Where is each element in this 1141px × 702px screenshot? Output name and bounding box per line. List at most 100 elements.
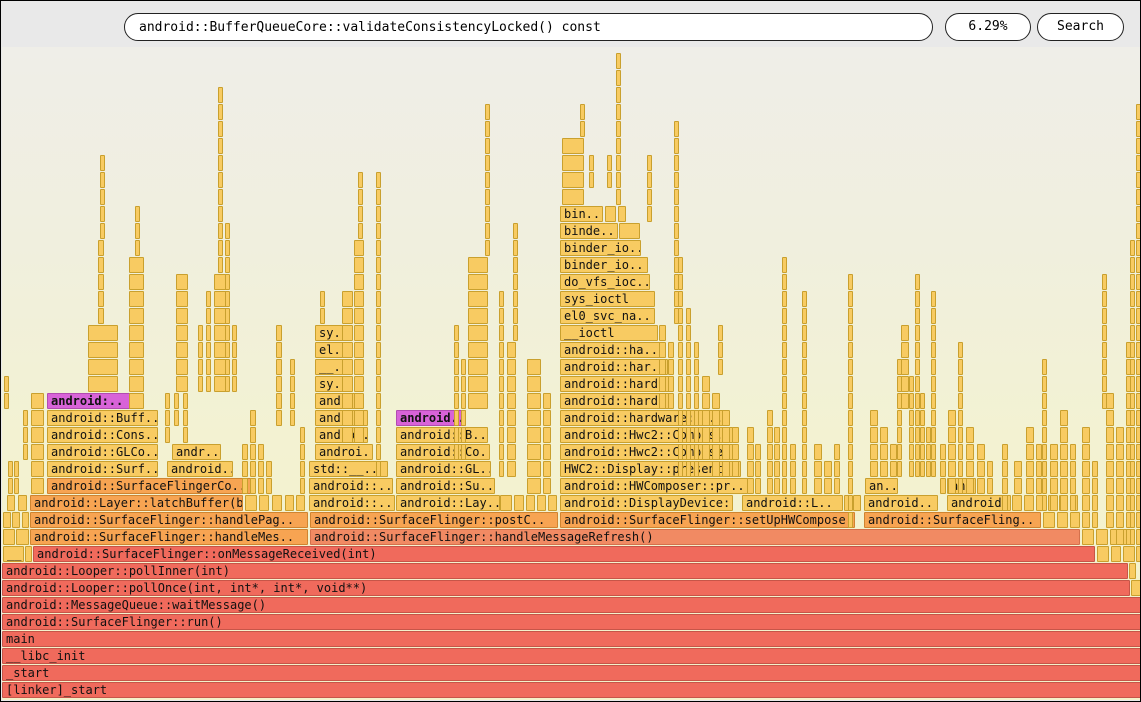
flame-frame-small[interactable] xyxy=(468,342,488,358)
flame-frame-small[interactable] xyxy=(176,274,188,290)
flame-frame-small[interactable] xyxy=(454,325,459,341)
flame-frame-small[interactable] xyxy=(920,461,925,477)
flame-frame-small[interactable] xyxy=(1136,138,1141,154)
flame-frame-small[interactable] xyxy=(616,172,621,188)
flame-frame-small[interactable] xyxy=(376,274,381,290)
flame-frame-small[interactable] xyxy=(218,206,223,222)
flame-frame-small[interactable] xyxy=(376,172,381,188)
flame-frame-small[interactable] xyxy=(920,427,925,443)
flame-frame-small[interactable] xyxy=(183,393,188,409)
flame-frame-small[interactable] xyxy=(1130,359,1135,375)
flame-frame[interactable]: binder_io.. xyxy=(560,257,648,273)
flame-frame-small[interactable] xyxy=(1116,461,1124,477)
flame-frame-small[interactable] xyxy=(548,495,557,511)
flame-frame-small[interactable] xyxy=(915,376,920,392)
flame-frame-small[interactable] xyxy=(1106,444,1114,460)
flame-frame-small[interactable] xyxy=(376,427,381,443)
flame-frame-small[interactable] xyxy=(767,410,773,426)
flame-frame-small[interactable] xyxy=(507,342,516,358)
flame-frame-small[interactable] xyxy=(513,257,518,273)
flame-frame-small[interactable] xyxy=(702,376,710,392)
flame-frame-small[interactable] xyxy=(686,393,691,409)
flame-frame-small[interactable] xyxy=(354,427,364,443)
flame-frame-small[interactable] xyxy=(848,444,853,460)
flame-frame-small[interactable] xyxy=(1082,444,1090,460)
flame-frame-small[interactable] xyxy=(1042,376,1047,392)
flame-frame-small[interactable] xyxy=(782,461,787,477)
flame-frame[interactable]: sys_ioctl xyxy=(560,291,655,307)
flame-frame-small[interactable] xyxy=(616,121,621,137)
flame-frame[interactable]: android::hard.. xyxy=(560,393,671,409)
flame-frame-small[interactable] xyxy=(1014,461,1022,477)
flame-frame-small[interactable] xyxy=(814,461,822,477)
flame-frame-small[interactable] xyxy=(790,478,796,494)
flame-frame-small[interactable] xyxy=(848,291,853,307)
flame-frame-small[interactable] xyxy=(342,359,353,375)
flame-frame-small[interactable] xyxy=(31,427,44,443)
flame-frame-small[interactable] xyxy=(100,155,105,171)
flame-frame-small[interactable] xyxy=(718,325,723,341)
flame-frame-small[interactable] xyxy=(354,342,364,358)
flame-frame-small[interactable] xyxy=(23,410,28,426)
flame-frame-small[interactable] xyxy=(468,257,488,273)
flame-frame-small[interactable] xyxy=(802,359,807,375)
flame-frame-small[interactable] xyxy=(678,376,683,392)
flame-frame-small[interactable] xyxy=(88,359,118,375)
flame-frame-small[interactable] xyxy=(500,495,512,511)
flame-frame-small[interactable] xyxy=(1136,257,1141,273)
flame-frame-small[interactable] xyxy=(931,308,936,324)
flame-frame-small[interactable] xyxy=(468,325,488,341)
flame-frame-small[interactable] xyxy=(1102,274,1107,290)
flame-frame-small[interactable] xyxy=(354,325,364,341)
flame-frame-small[interactable] xyxy=(616,189,621,205)
flame-frame-small[interactable] xyxy=(848,274,853,290)
flame-frame-small[interactable] xyxy=(678,308,683,324)
flame-frame-small[interactable] xyxy=(276,342,282,358)
flame-frame[interactable]: android::.. xyxy=(309,495,395,511)
flame-frame[interactable]: an.. xyxy=(865,478,898,494)
flame-frame-small[interactable] xyxy=(678,291,683,307)
flame-frame-small[interactable] xyxy=(897,427,902,443)
flame-frame-small[interactable] xyxy=(342,427,353,443)
flame-frame-small[interactable] xyxy=(1092,495,1098,511)
flame-frame-small[interactable] xyxy=(880,461,888,477)
flame-frame-small[interactable] xyxy=(499,461,504,477)
flame-frame-small[interactable] xyxy=(354,359,364,375)
flame-frame-small[interactable] xyxy=(659,325,666,341)
flame-frame[interactable]: __ioctl xyxy=(560,325,658,341)
flame-frame-small[interactable] xyxy=(1130,495,1135,511)
flame-frame-small[interactable] xyxy=(674,189,679,205)
flame-frame[interactable]: android::SurfaceFlinger::handleMes.. xyxy=(30,529,308,545)
flame-frame[interactable]: __libc_init xyxy=(2,648,1141,664)
flame-frame-small[interactable] xyxy=(485,206,490,222)
flame-frame[interactable]: android::Cons.. xyxy=(47,427,158,443)
flame-frame-small[interactable] xyxy=(98,240,104,256)
flame-frame-small[interactable] xyxy=(848,308,853,324)
flame-frame-small[interactable] xyxy=(300,427,305,443)
flame-frame-small[interactable] xyxy=(848,410,853,426)
flame-frame-small[interactable] xyxy=(206,376,211,392)
flame-frame[interactable]: android:.. xyxy=(47,393,131,409)
flame-frame-small[interactable] xyxy=(176,291,188,307)
flame-frame-small[interactable] xyxy=(909,393,914,409)
flame-frame-small[interactable] xyxy=(1106,478,1114,494)
flame-frame-small[interactable] xyxy=(848,359,853,375)
flame-frame-small[interactable] xyxy=(774,427,780,443)
flame-frame[interactable]: android.. xyxy=(167,461,233,477)
flame-frame-small[interactable] xyxy=(376,291,381,307)
flame-frame-small[interactable] xyxy=(647,155,652,171)
flame-frame-small[interactable] xyxy=(7,495,15,511)
flame-frame[interactable]: android::Co.. xyxy=(396,444,490,460)
flame-frame-small[interactable] xyxy=(98,257,104,273)
flame-frame-small[interactable] xyxy=(616,155,621,171)
flame-frame-small[interactable] xyxy=(958,376,963,392)
flame-frame-small[interactable] xyxy=(562,189,584,205)
flame-frame-small[interactable] xyxy=(272,495,282,511)
flame-frame-small[interactable] xyxy=(1082,512,1090,528)
flame-frame-small[interactable] xyxy=(1050,478,1058,494)
flame-frame-small[interactable] xyxy=(31,444,44,460)
flame-frame-small[interactable] xyxy=(1136,478,1141,494)
flame-frame-small[interactable] xyxy=(300,444,305,460)
flame-frame-small[interactable] xyxy=(232,376,237,392)
flame-frame-small[interactable] xyxy=(958,461,963,477)
